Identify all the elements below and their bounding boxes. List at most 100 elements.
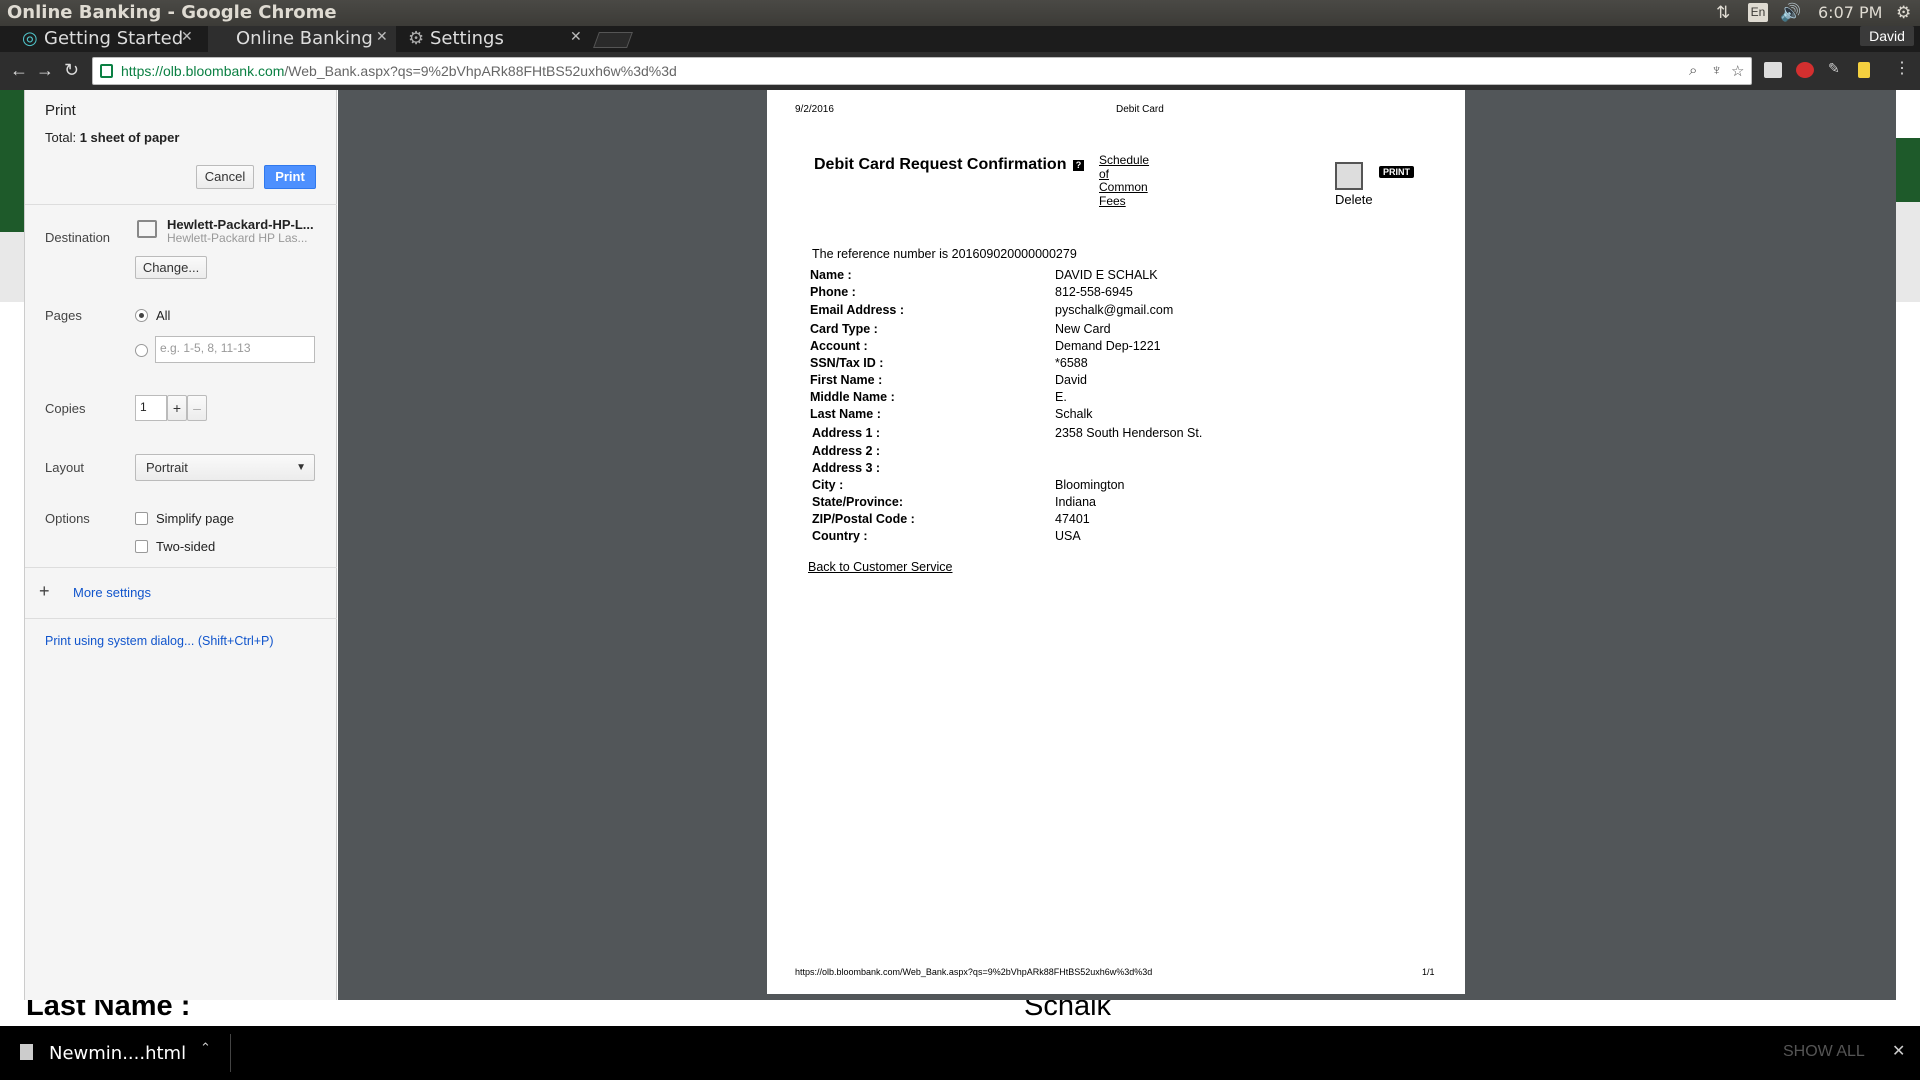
delete-icon[interactable]: [1335, 162, 1363, 190]
plus-icon[interactable]: +: [39, 581, 50, 602]
field-label: Address 3 :: [812, 461, 881, 475]
close-tab-icon[interactable]: ✕: [570, 29, 582, 45]
forward-icon[interactable]: →: [36, 60, 54, 81]
field-value: USA: [1055, 529, 1081, 543]
field-value: *6588: [1055, 356, 1088, 370]
show-all-button[interactable]: SHOW ALL: [1783, 1043, 1865, 1061]
field-label: First Name :: [810, 373, 883, 387]
field-label: Name :: [810, 268, 852, 282]
two-sided-checkbox[interactable]: [135, 540, 148, 553]
field-value: E.: [1055, 390, 1067, 404]
pin-icon[interactable]: ♆: [1711, 62, 1722, 79]
address-bar[interactable]: https://olb.bloombank.com/Web_Bank.aspx?…: [92, 57, 1752, 85]
two-sided-label: Two-sided: [156, 539, 216, 554]
copies-input[interactable]: 1: [135, 395, 167, 421]
layout-select[interactable]: Portrait ▼: [135, 454, 315, 481]
close-tab-icon[interactable]: ✕: [376, 29, 388, 45]
link-line: Fees: [1099, 193, 1126, 208]
divider: [230, 1034, 231, 1072]
field-label: Email Address :: [810, 303, 905, 317]
page-nav-left: [0, 232, 26, 302]
tab-getting-started[interactable]: ◎ Getting Started ✕: [18, 26, 200, 52]
change-destination-button[interactable]: Change...: [135, 256, 207, 279]
gear-icon: ⚙: [408, 28, 425, 49]
reload-icon[interactable]: ↻: [64, 60, 79, 81]
divider: [25, 618, 337, 619]
back-to-customer-service-link[interactable]: Back to Customer Service: [808, 560, 953, 574]
system-settings-icon[interactable]: ⚙: [1896, 3, 1911, 23]
field-value: 47401: [1055, 512, 1090, 526]
field-value: David: [1055, 373, 1087, 387]
print-badge-button[interactable]: PRINT: [1379, 166, 1414, 178]
field-label: Address 1 :: [812, 426, 881, 440]
reference-number: The reference number is 2016090200000002…: [812, 247, 1077, 261]
link-line: Schedule: [1099, 153, 1150, 167]
print-button[interactable]: Print: [264, 165, 316, 189]
options-label: Options: [45, 511, 90, 526]
field-value: DAVID E SCHALK: [1055, 268, 1158, 282]
more-settings-link[interactable]: More settings: [73, 585, 151, 600]
field-value: Schalk: [1055, 407, 1093, 421]
tab-settings[interactable]: ⚙ Settings ✕: [404, 26, 586, 52]
clock[interactable]: 6:07 PM: [1818, 3, 1882, 22]
pages-all-label: All: [156, 308, 171, 323]
close-tab-icon[interactable]: ✕: [181, 29, 193, 45]
field-label: Last Name :: [810, 407, 881, 421]
url-text[interactable]: https://olb.bloombank.com/Web_Bank.aspx?…: [121, 63, 677, 79]
url-host: https://olb.bloombank.com: [121, 63, 285, 79]
field-label: Middle Name :: [810, 390, 895, 404]
simplify-page-checkbox[interactable]: [135, 512, 148, 525]
print-preview-page: 9/2/2016 Debit Card Debit Card Request C…: [767, 90, 1465, 994]
printer-icon: [137, 220, 157, 238]
delete-label[interactable]: Delete: [1335, 192, 1373, 207]
cancel-button[interactable]: Cancel: [196, 165, 254, 189]
destination-name: Hewlett-Packard-HP-L...: [167, 217, 314, 232]
page-footer-number: 1/1: [1422, 967, 1435, 977]
pages-range-input[interactable]: e.g. 1-5, 8, 11-13: [155, 336, 315, 363]
print-title: Print: [45, 102, 76, 119]
field-label: Country :: [812, 529, 868, 543]
network-icon[interactable]: ⇅: [1716, 3, 1730, 23]
notes-extension-icon[interactable]: [1858, 62, 1870, 78]
new-tab-button[interactable]: [593, 32, 633, 48]
chevron-down-icon: ▼: [296, 462, 306, 473]
total-value: 1 sheet of paper: [79, 130, 180, 145]
tab-online-banking[interactable]: Online Banking ✕: [208, 26, 396, 52]
adblock-extension-icon[interactable]: [1796, 62, 1814, 78]
pen-extension-icon[interactable]: ✎: [1828, 60, 1846, 76]
pages-custom-radio[interactable]: [135, 344, 148, 357]
system-dialog-link[interactable]: Print using system dialog... (Shift+Ctrl…: [45, 634, 274, 648]
chevron-up-icon[interactable]: ⌃: [200, 1040, 211, 1056]
volume-icon[interactable]: 🔊: [1780, 3, 1801, 23]
field-label: SSN/Tax ID :: [810, 356, 884, 370]
copies-decrement-button[interactable]: –: [187, 395, 207, 421]
pages-all-radio[interactable]: [135, 309, 148, 322]
divider: [25, 567, 337, 568]
field-label: Account :: [810, 339, 868, 353]
link-line: of: [1099, 166, 1110, 181]
close-icon[interactable]: ✕: [1892, 1041, 1905, 1061]
layout-label: Layout: [45, 460, 85, 475]
page-nav-right: [1896, 202, 1920, 302]
download-item[interactable]: Newmin....html: [49, 1043, 186, 1064]
field-label: Phone :: [810, 285, 856, 299]
download-shelf: ⌃ ✕: [0, 1026, 1920, 1080]
field-value: Indiana: [1055, 495, 1097, 509]
help-icon[interactable]: ?: [1073, 160, 1084, 171]
secure-lock-icon[interactable]: [100, 64, 113, 78]
field-value: 812-558-6945: [1055, 285, 1133, 299]
keyboard-layout-indicator[interactable]: En: [1748, 3, 1768, 22]
cast-extension-icon[interactable]: [1764, 62, 1782, 78]
print-settings-panel: Print Total: 1 sheet of paper Cancel Pri…: [24, 90, 337, 1000]
pages-label: Pages: [45, 308, 82, 323]
schedule-of-fees-link[interactable]: Schedule of Common Fees: [1099, 153, 1150, 208]
bookmark-star-icon[interactable]: ☆: [1731, 62, 1744, 80]
profile-button[interactable]: David: [1860, 26, 1914, 46]
tab-label: Online Banking: [236, 28, 373, 49]
back-icon[interactable]: ←: [10, 60, 28, 81]
page-banner-right: [1896, 138, 1920, 202]
field-value: 2358 South Henderson St.: [1055, 426, 1203, 440]
chrome-menu-icon[interactable]: ⋮: [1894, 58, 1912, 77]
copies-increment-button[interactable]: +: [167, 395, 187, 421]
zoom-icon[interactable]: ⌕: [1689, 62, 1697, 79]
